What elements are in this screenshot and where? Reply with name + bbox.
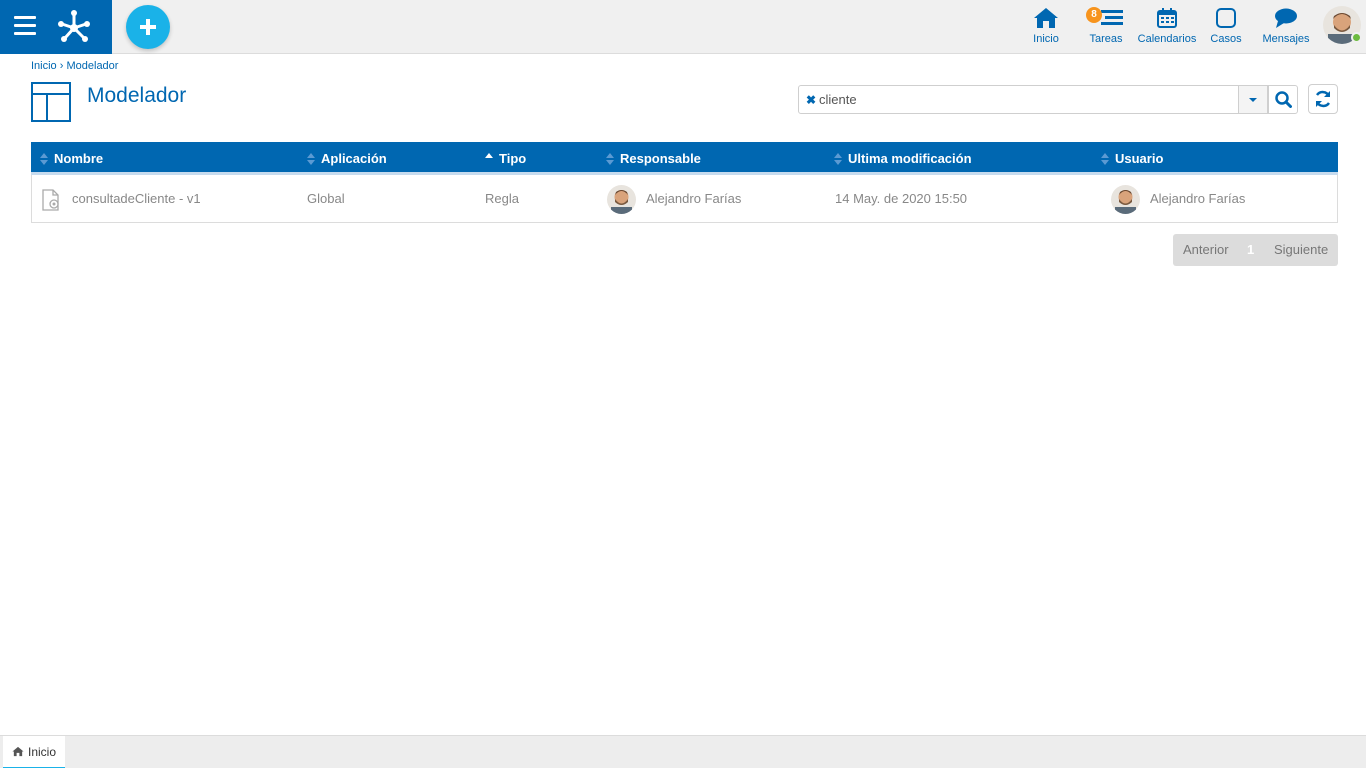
page-title: Modelador — [87, 84, 187, 107]
column-label: Aplicación — [321, 151, 387, 166]
cell-tipo: Regla — [485, 191, 519, 206]
search-box: ✖ — [798, 85, 1239, 114]
bottom-tab-inicio[interactable]: Inicio — [3, 736, 65, 768]
pager: Anterior 1 Siguiente — [1173, 234, 1338, 266]
home-icon — [1034, 8, 1058, 28]
column-label: Nombre — [54, 151, 104, 166]
cases-icon — [1216, 8, 1236, 28]
nav-label: Casos — [1210, 33, 1242, 45]
online-status-indicator — [1351, 32, 1362, 43]
add-button[interactable] — [126, 5, 170, 49]
top-bar: Inicio 8 Tareas Calendarios Casos Mensaj… — [0, 0, 1366, 54]
column-header-usuario[interactable]: Usuario — [1101, 142, 1163, 175]
search-options-dropdown[interactable] — [1238, 85, 1268, 114]
sort-icon — [606, 152, 614, 165]
search-button[interactable] — [1268, 85, 1298, 114]
nav-inicio[interactable]: Inicio — [1026, 6, 1066, 48]
cell-responsable: Alejandro Farías — [607, 175, 741, 223]
refresh-button[interactable] — [1308, 84, 1338, 114]
nav-casos[interactable]: Casos — [1208, 6, 1244, 48]
cell-aplicacion: Global — [307, 191, 345, 206]
rule-document-icon — [42, 188, 59, 211]
sort-icon — [834, 152, 842, 165]
breadcrumb-separator: › — [59, 60, 64, 72]
breadcrumb-current[interactable]: Modelador — [66, 60, 118, 72]
column-label: Responsable — [620, 151, 701, 166]
avatar — [607, 185, 636, 215]
calendar-icon — [1157, 8, 1177, 28]
column-label: Usuario — [1115, 151, 1164, 166]
table-header: Nombre Aplicación Tipo Responsable Ultim… — [31, 142, 1338, 175]
nav-calendarios[interactable]: Calendarios — [1136, 6, 1198, 48]
avatar — [1111, 185, 1140, 215]
tasks-badge: 8 — [1086, 7, 1102, 23]
pager-prev-button[interactable]: Anterior — [1183, 234, 1229, 266]
search-input[interactable] — [819, 89, 1229, 110]
responsable-name: Alejandro Farías — [646, 191, 742, 206]
logo-icon[interactable] — [56, 8, 92, 44]
pager-page-number[interactable]: 1 — [1247, 234, 1254, 266]
sort-icon — [307, 152, 315, 165]
column-header-ultima-modificacion[interactable]: Ultima modificación — [834, 142, 972, 175]
home-icon — [12, 746, 24, 757]
sort-ascending-icon — [485, 152, 493, 158]
cell-ultima-modificacion: 14 May. de 2020 15:50 — [835, 191, 968, 206]
modeler-icon — [31, 82, 71, 122]
sort-icon — [40, 152, 48, 165]
caret-down-icon — [1249, 97, 1257, 102]
table-row[interactable]: consultadeCliente - v1 Global Regla Alej… — [31, 175, 1338, 223]
cell-nombre[interactable]: consultadeCliente - v1 — [40, 175, 201, 223]
close-icon[interactable]: ✖ — [806, 93, 816, 107]
row-nombre: consultadeCliente - v1 — [72, 191, 201, 206]
nav-label: Tareas — [1089, 33, 1123, 45]
plus-icon — [140, 19, 156, 35]
breadcrumb: Inicio › Modelador — [31, 60, 118, 72]
column-label: Ultima modificación — [848, 151, 972, 166]
modeler-table: Nombre Aplicación Tipo Responsable Ultim… — [31, 142, 1338, 223]
bottom-tab-label: Inicio — [27, 744, 56, 759]
usuario-name: Alejandro Farías — [1150, 191, 1246, 206]
column-header-tipo[interactable]: Tipo — [485, 142, 526, 175]
tasks-icon — [1101, 10, 1123, 25]
nav-label: Inicio — [1033, 33, 1059, 45]
sort-icon — [1101, 152, 1109, 165]
nav-label: Mensajes — [1262, 33, 1310, 45]
messages-icon — [1275, 8, 1297, 28]
bottom-bar: Inicio — [0, 735, 1366, 768]
breadcrumb-home-link[interactable]: Inicio — [31, 60, 57, 72]
column-label: Tipo — [499, 151, 527, 166]
refresh-icon — [1315, 90, 1331, 108]
pager-next-button[interactable]: Siguiente — [1274, 234, 1328, 266]
cell-usuario: Alejandro Farías — [1111, 175, 1245, 223]
column-header-aplicacion[interactable]: Aplicación — [307, 142, 387, 175]
column-header-responsable[interactable]: Responsable — [606, 142, 701, 175]
nav-label: Calendarios — [1137, 33, 1197, 45]
nav-tareas[interactable]: 8 Tareas — [1086, 6, 1126, 48]
column-header-nombre[interactable]: Nombre — [40, 142, 103, 175]
search-icon — [1274, 91, 1292, 108]
menu-icon[interactable] — [14, 16, 36, 36]
brand-area — [0, 0, 112, 54]
nav-mensajes[interactable]: Mensajes — [1260, 6, 1312, 48]
